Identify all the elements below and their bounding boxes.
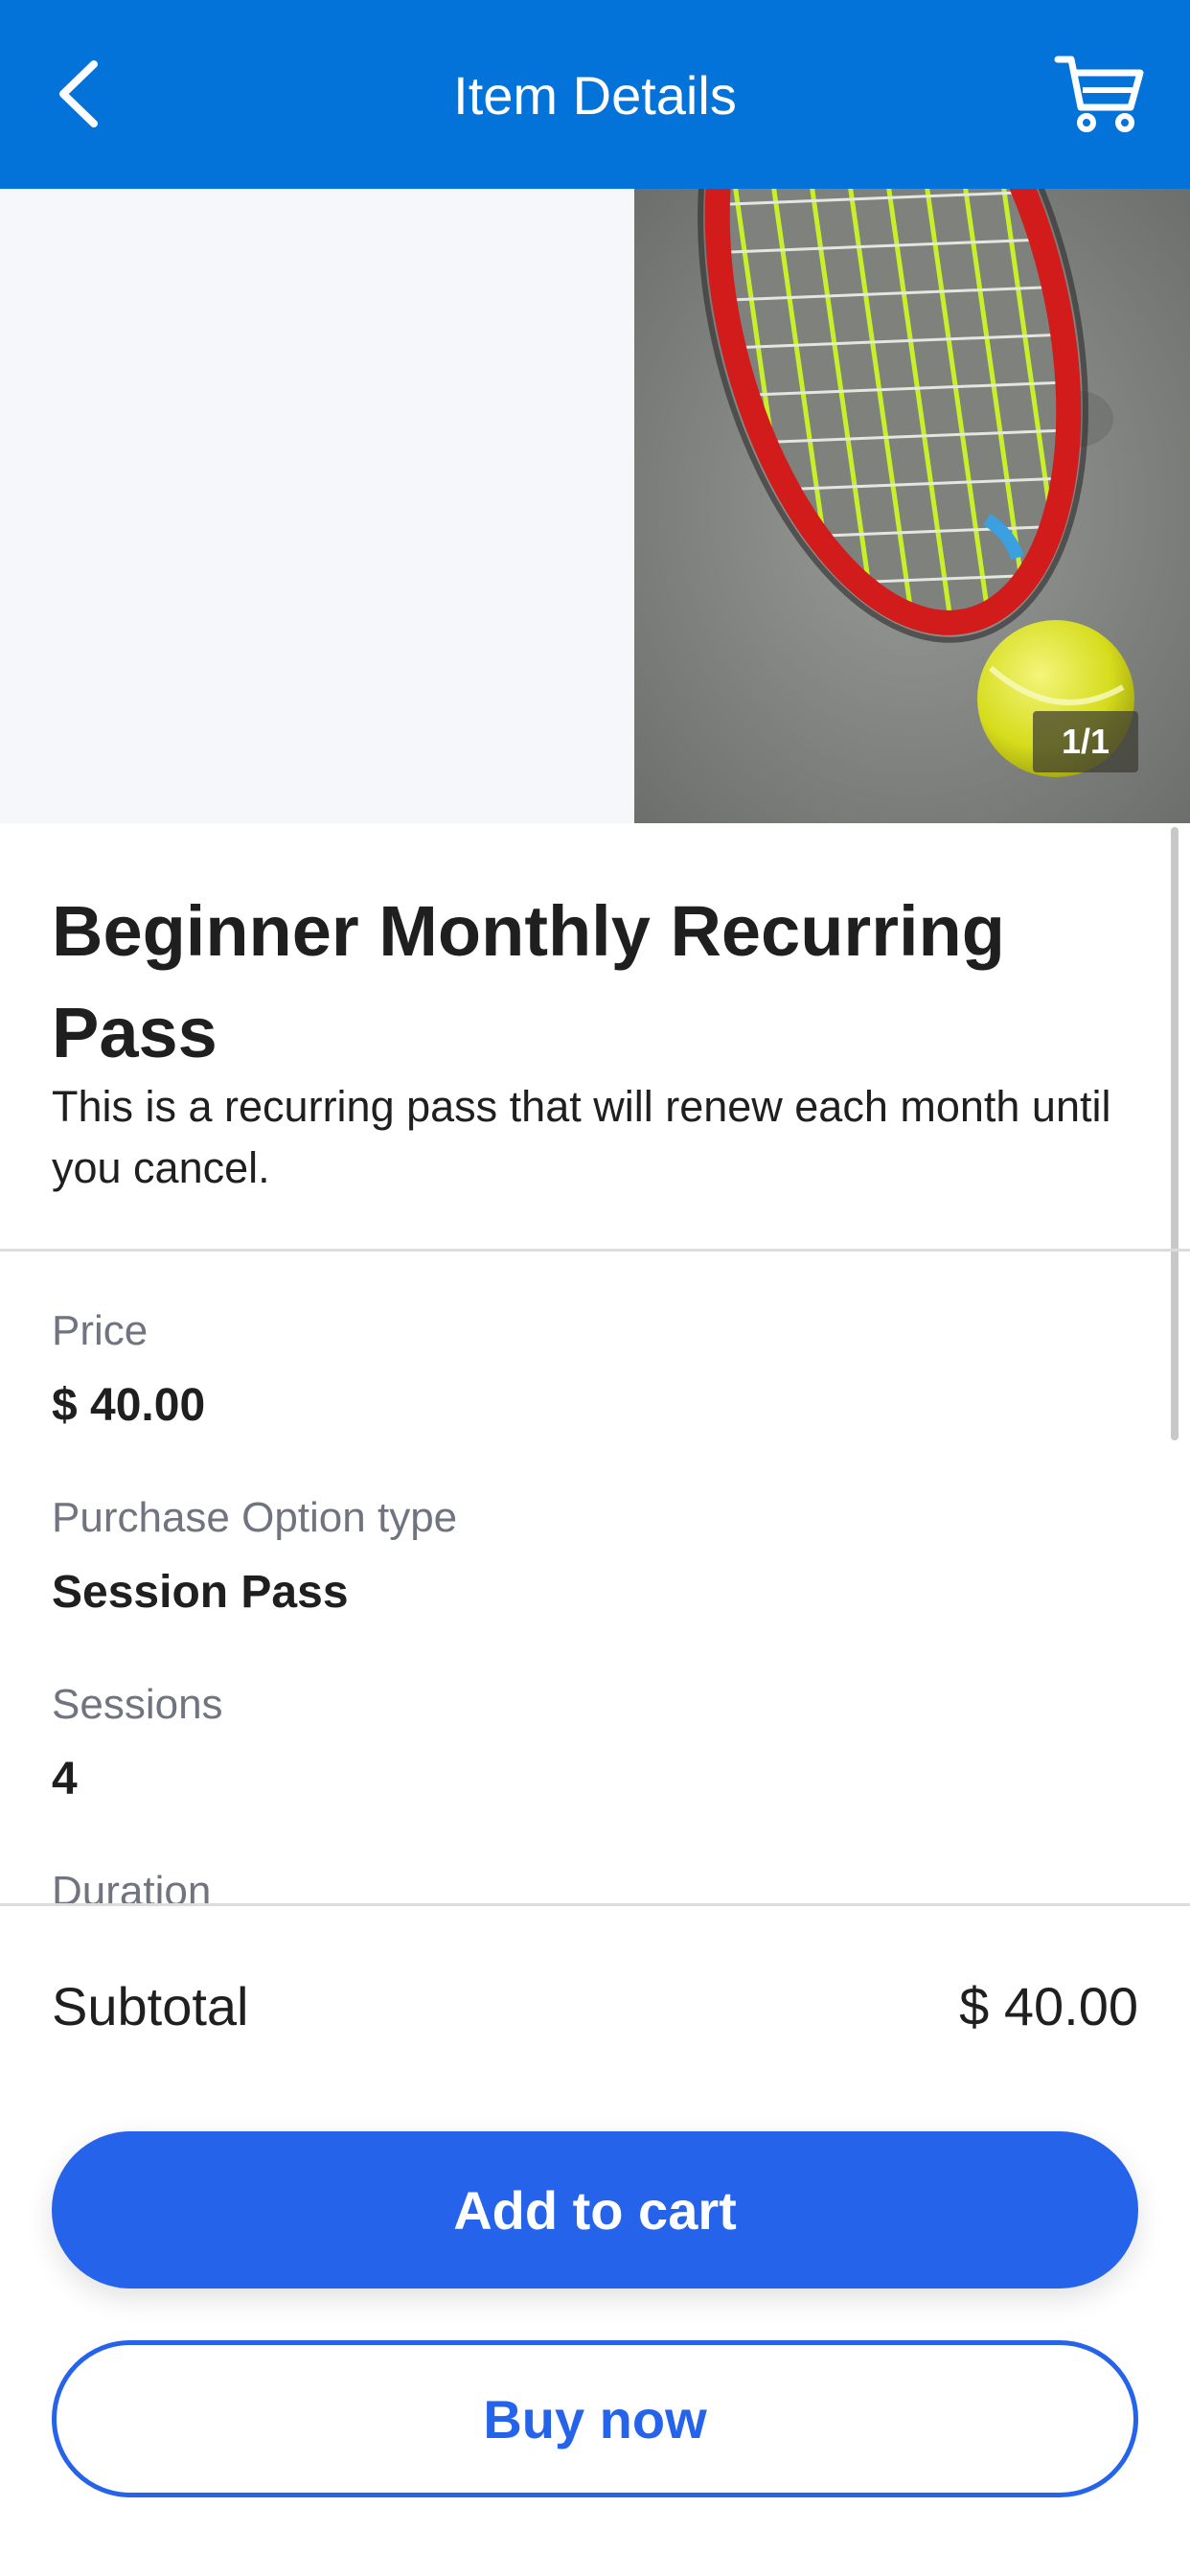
duration-label: Duration [52, 1868, 212, 1903]
sessions-value: 4 [52, 1754, 78, 1805]
price-label: Price [52, 1307, 149, 1354]
subtotal-label: Subtotal [52, 1976, 249, 2036]
purchase-option-type-label: Purchase Option type [52, 1494, 458, 1541]
buy-now-button[interactable]: Buy now [52, 2340, 1138, 2497]
cart-button[interactable] [1052, 50, 1148, 136]
scrollbar[interactable] [1171, 827, 1179, 1440]
section-divider [0, 1249, 1190, 1252]
page-title: Item Details [453, 65, 737, 126]
item-details-content[interactable]: Beginner Monthly Recurring Pass This is … [0, 823, 1190, 1903]
checkout-panel: Subtotal $ 40.00 Add to cart Buy now [0, 1903, 1190, 2576]
panel-top-border [0, 1903, 1190, 1906]
price-value: $ 40.00 [52, 1380, 206, 1431]
item-title: Beginner Monthly Recurring Pass [52, 891, 1005, 1072]
cart-icon [1054, 56, 1144, 132]
image-carousel[interactable]: 1/1 [0, 189, 1190, 823]
image-page-indicator: 1/1 [1033, 711, 1138, 772]
add-to-cart-button[interactable]: Add to cart [52, 2131, 1138, 2288]
item-details-screen: Item Details 1/1 Beginner Monthly Recurr… [0, 0, 1190, 2576]
sessions-label: Sessions [52, 1681, 223, 1728]
subtotal-value: $ 40.00 [959, 1976, 1138, 2036]
item-description: This is a recurring pass that will renew… [52, 1082, 1111, 1192]
top-app-bar: Item Details [0, 0, 1190, 189]
purchase-option-type-value: Session Pass [52, 1567, 349, 1618]
